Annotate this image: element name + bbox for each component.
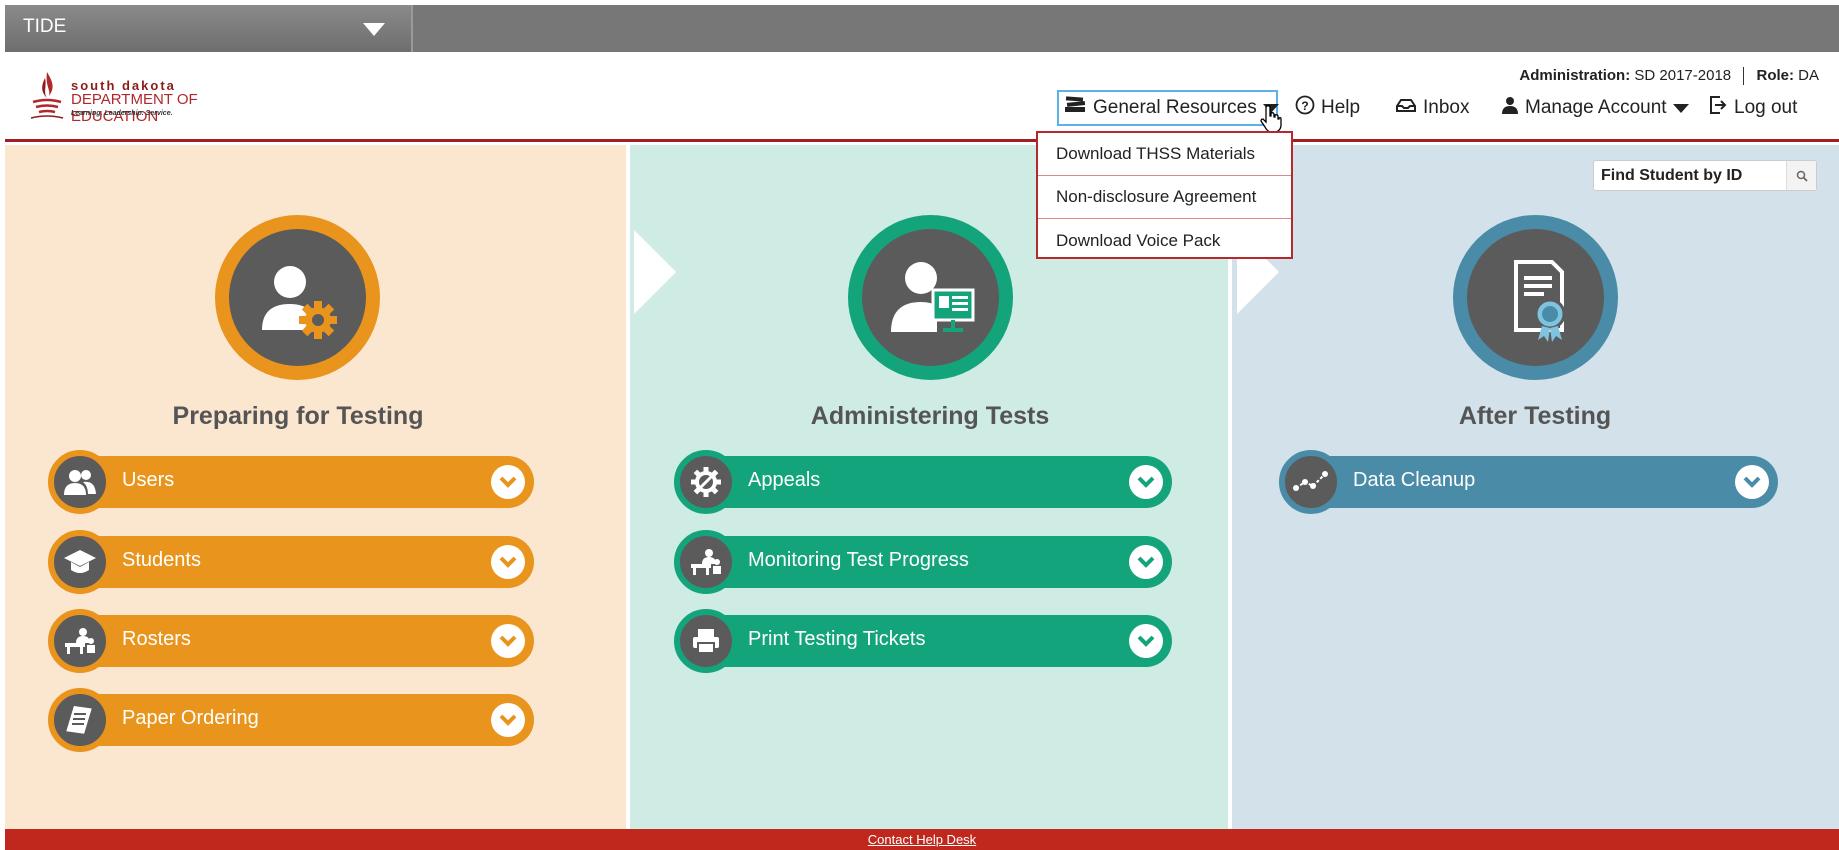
svg-text:?: ? (1301, 99, 1308, 113)
paper-ordering-label: Paper Ordering (122, 707, 259, 729)
chevron-down-icon[interactable] (491, 465, 525, 499)
students-item[interactable]: Students (48, 530, 534, 594)
appeals-gear-icon (674, 450, 738, 514)
divider (1743, 67, 1745, 86)
sd-doe-logo: south dakota DEPARTMENT OF EDUCATION Lea… (27, 70, 287, 130)
users-label: Users (122, 469, 175, 491)
download-thss-materials-option[interactable]: Download THSS Materials (1038, 133, 1291, 176)
chevron-down-icon[interactable] (1129, 465, 1163, 499)
logout-label: Log out (1734, 97, 1798, 118)
non-disclosure-agreement-option[interactable]: Non-disclosure Agreement (1038, 176, 1291, 219)
general-resources-label: General Resources (1093, 97, 1257, 118)
data-points-icon (1279, 450, 1343, 514)
books-icon (1063, 95, 1087, 121)
role-value: DA (1798, 67, 1819, 84)
users-item[interactable]: Users (48, 450, 534, 514)
footer: Contact Help Desk (5, 829, 1839, 850)
chevron-down-icon[interactable] (491, 545, 525, 579)
logo-tagline: Learning. Leadership. Service. (71, 110, 173, 117)
appeals-item[interactable]: Appeals (674, 450, 1172, 514)
document-list-icon (48, 688, 112, 752)
chevron-down-icon[interactable] (1129, 624, 1163, 658)
printer-icon (674, 609, 738, 673)
after-testing-title: After Testing (1458, 402, 1612, 430)
administering-circle (848, 215, 1013, 380)
admin-label: Administration: (1519, 67, 1631, 84)
manage-account-menu[interactable]: Manage Account (1501, 92, 1689, 124)
chevron-down-icon (1672, 103, 1689, 113)
graduation-cap-icon (48, 530, 112, 594)
logout-link[interactable]: Log out (1708, 92, 1797, 124)
search-icon[interactable] (1786, 161, 1816, 190)
chevron-down-icon[interactable] (491, 703, 525, 737)
rosters-item[interactable]: Rosters (48, 609, 534, 673)
data-cleanup-label: Data Cleanup (1353, 469, 1476, 491)
rosters-label: Rosters (122, 628, 191, 650)
chevron-down-icon[interactable] (1735, 465, 1769, 499)
students-label: Students (122, 549, 201, 571)
role-label: Role: (1756, 67, 1794, 84)
contact-help-desk-link[interactable]: Contact Help Desk (868, 832, 976, 847)
administering-title: Administering Tests (810, 402, 1050, 430)
download-voice-pack-option[interactable]: Download Voice Pack (1038, 219, 1291, 262)
preparing-circle (215, 215, 380, 380)
appeals-label: Appeals (748, 469, 821, 491)
classroom-icon (48, 609, 112, 673)
after-testing-circle (1453, 215, 1618, 380)
chevron-down-icon[interactable] (491, 624, 525, 658)
help-link[interactable]: ? Help (1295, 92, 1360, 124)
find-student-input[interactable] (1594, 161, 1784, 190)
logo-line2: DEPARTMENT OF EDUCATION (71, 91, 198, 125)
inbox-label: Inbox (1423, 97, 1470, 118)
data-cleanup-item[interactable]: Data Cleanup (1279, 450, 1778, 514)
print-testing-tickets-item[interactable]: Print Testing Tickets (674, 609, 1172, 673)
header: south dakota DEPARTMENT OF EDUCATION Lea… (5, 52, 1839, 142)
app-switcher[interactable]: TIDE (5, 5, 413, 52)
hand-cursor-icon (1260, 105, 1282, 133)
monitoring-test-progress-label: Monitoring Test Progress (748, 549, 969, 571)
monitoring-test-progress-item[interactable]: Monitoring Test Progress (674, 530, 1172, 594)
paper-ordering-item[interactable]: Paper Ordering (48, 688, 534, 752)
administration-info: Administration: SD 2017-2018 Role: DA (1519, 67, 1819, 86)
manage-account-label: Manage Account (1525, 97, 1667, 118)
print-testing-tickets-label: Print Testing Tickets (748, 628, 926, 650)
certificate-icon (1467, 229, 1604, 366)
user-monitor-icon (862, 229, 999, 366)
help-label: Help (1321, 97, 1361, 118)
users-icon (48, 450, 112, 514)
general-resources-menu[interactable]: General Resources (1057, 90, 1282, 133)
preparing-title: Preparing for Testing (172, 402, 424, 430)
classroom-icon (674, 530, 738, 594)
flame-logo-icon (30, 72, 64, 119)
arrow-right-icon (606, 230, 676, 315)
admin-value: SD 2017-2018 (1634, 67, 1732, 84)
chevron-down-icon[interactable] (363, 23, 385, 36)
find-student-search (1593, 160, 1817, 191)
user-gear-icon (229, 229, 366, 366)
general-resources-dropdown: Download THSS Materials Non-disclosure A… (1036, 131, 1293, 259)
app-name: TIDE (23, 16, 67, 37)
chevron-down-icon[interactable] (1129, 545, 1163, 579)
inbox-link[interactable]: Inbox (1395, 92, 1469, 124)
question-icon: ? (1295, 95, 1315, 121)
logout-icon (1708, 95, 1728, 121)
user-icon (1501, 96, 1519, 120)
inbox-icon (1395, 97, 1417, 119)
app-bar: TIDE (5, 5, 1839, 52)
